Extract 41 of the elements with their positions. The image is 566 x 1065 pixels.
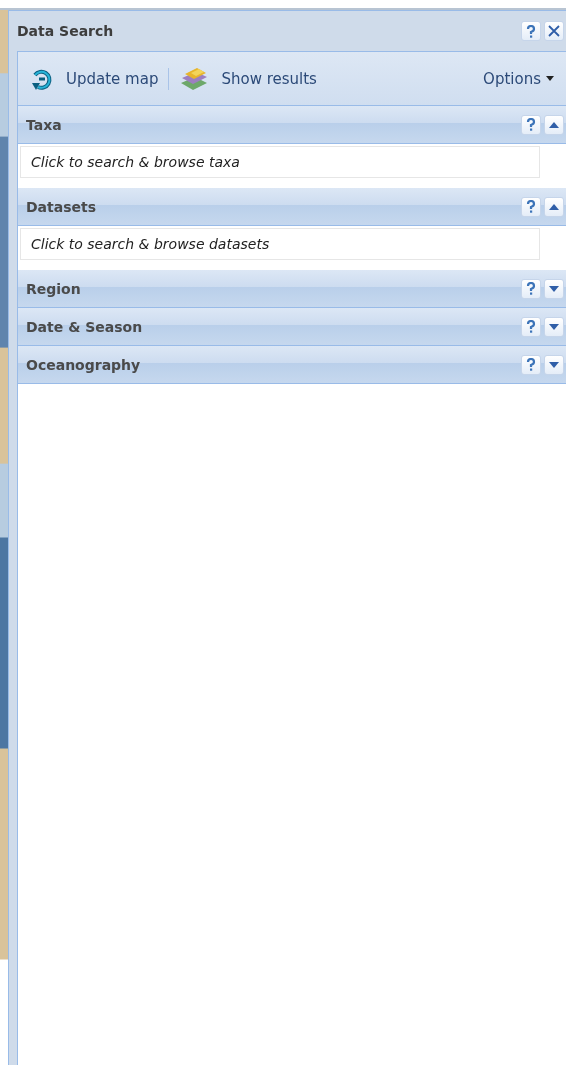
caret-up-icon: [549, 121, 559, 128]
section-title: Taxa: [26, 116, 63, 133]
help-button[interactable]: [521, 196, 541, 217]
help-icon: [526, 282, 536, 295]
help-button[interactable]: [521, 316, 541, 337]
section-title: Date & Season: [26, 318, 144, 335]
section-header[interactable]: Region: [18, 270, 566, 308]
section-title: Datasets: [26, 198, 98, 215]
section-header[interactable]: Oceanography: [18, 346, 566, 384]
help-icon: [526, 200, 536, 213]
expand-button[interactable]: [544, 278, 564, 299]
section-title: Oceanography: [26, 356, 142, 373]
toolbar-button[interactable]: Show results: [175, 60, 321, 97]
help-icon: [526, 24, 536, 38]
window-title: Data Search: [17, 23, 115, 39]
caret-down-icon: [546, 76, 554, 81]
caret-down-icon: [549, 323, 559, 330]
caret-down-icon: [549, 285, 559, 292]
section-title: Region: [26, 280, 82, 297]
help-button[interactable]: [521, 21, 541, 41]
caret-up-icon: [549, 203, 559, 210]
caret-down-icon: [549, 361, 559, 368]
help-icon: [526, 320, 536, 333]
help-button[interactable]: [521, 114, 541, 135]
help-button[interactable]: [521, 354, 541, 375]
section-header[interactable]: Taxa: [18, 106, 566, 144]
expand-button[interactable]: [544, 316, 564, 337]
collapse-button[interactable]: [544, 114, 564, 135]
close-button[interactable]: [544, 21, 564, 41]
help-button[interactable]: [521, 278, 541, 299]
section-header[interactable]: Date & Season: [18, 308, 566, 346]
help-icon: [526, 118, 536, 131]
options-menu[interactable]: Options: [479, 65, 558, 92]
browse-link[interactable]: Click to search & browse datasets: [20, 228, 540, 260]
help-icon: [526, 358, 536, 371]
browse-link[interactable]: Click to search & browse taxa: [20, 146, 540, 178]
section-header[interactable]: Datasets: [18, 188, 566, 226]
expand-button[interactable]: [544, 354, 564, 375]
collapse-button[interactable]: [544, 196, 564, 217]
close-icon: [548, 25, 560, 37]
toolbar-button[interactable]: Update map: [26, 62, 163, 95]
